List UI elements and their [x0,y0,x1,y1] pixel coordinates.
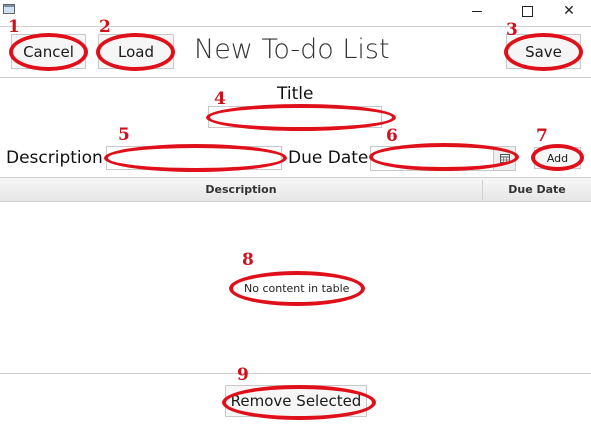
cancel-button[interactable]: Cancel [11,34,86,69]
annotation-number-3: 3 [506,20,518,40]
toolbar-top-divider [0,26,591,27]
column-header-due-date[interactable]: Due Date [483,178,591,201]
calendar-icon [499,154,510,163]
empty-table-message: No content in table [244,282,350,295]
table-bottom-divider [0,373,591,374]
toolbar-bottom-divider [0,77,591,78]
window-icon [3,4,15,14]
minimize-icon [472,10,482,12]
close-button[interactable]: ✕ [546,0,591,22]
due-date-picker[interactable] [370,146,516,171]
annotation-number-4: 4 [214,89,226,109]
todo-table-body[interactable]: No content in table [0,202,591,373]
maximize-icon [521,5,533,17]
maximize-button[interactable] [504,0,550,22]
due-date-label: Due Date [288,148,369,168]
due-date-field[interactable] [371,147,493,170]
close-icon: ✕ [563,3,575,19]
description-label: Description [6,148,103,168]
table-header: Description Due Date [0,177,591,202]
remove-selected-button[interactable]: Remove Selected [225,385,367,417]
column-header-description[interactable]: Description [0,178,482,201]
add-button[interactable]: Add [534,147,581,169]
page-title: New To-do List [194,34,390,65]
annotation-number-8: 8 [242,250,254,270]
annotation-number-2: 2 [99,17,111,37]
annotation-number-6: 6 [386,126,398,146]
minimize-button[interactable] [454,0,500,22]
load-button[interactable]: Load [98,34,174,69]
title-field[interactable] [208,106,382,128]
annotation-number-5: 5 [118,125,130,145]
description-field[interactable] [106,146,282,170]
calendar-button[interactable] [493,147,515,170]
title-label: Title [277,84,314,104]
annotation-number-7: 7 [536,126,548,146]
annotation-number-9: 9 [237,365,249,385]
annotation-number-1: 1 [8,17,20,37]
